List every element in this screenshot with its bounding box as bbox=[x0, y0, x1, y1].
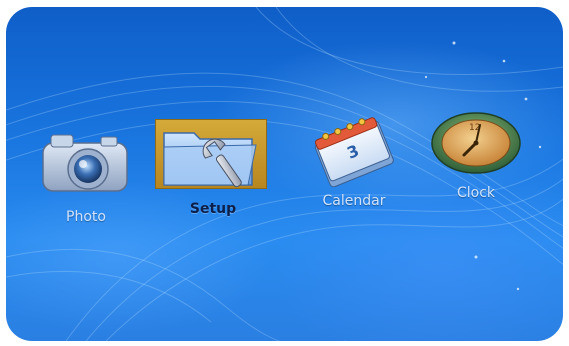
menu-label-photo: Photo bbox=[66, 209, 106, 225]
folder-wrench-icon bbox=[163, 132, 257, 188]
menu-label-setup: Setup bbox=[189, 201, 237, 217]
menu-item-setup[interactable]: Setup bbox=[152, 115, 274, 225]
menu-item-photo[interactable]: Photo bbox=[31, 129, 141, 229]
clock-icon: 12 bbox=[431, 112, 521, 174]
camera-icon bbox=[42, 134, 128, 192]
menu-item-clock[interactable]: 12 Clock bbox=[424, 105, 528, 205]
menu-label-calendar: Calendar bbox=[322, 193, 386, 209]
calendar-icon: 3 bbox=[314, 117, 394, 187]
menu-label-clock: Clock bbox=[456, 185, 496, 201]
frame-screen: Photo Setup 3 Calendar 12 Clock bbox=[6, 7, 563, 341]
menu-item-calendar[interactable]: 3 Calendar bbox=[299, 115, 409, 215]
